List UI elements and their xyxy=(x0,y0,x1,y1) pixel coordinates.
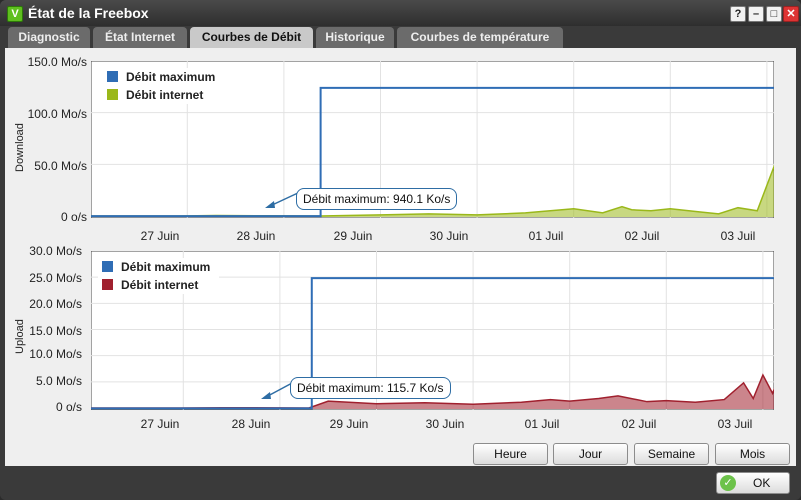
upload-y-tick-label: 5.0 Mo/s xyxy=(35,374,82,388)
checkmark-icon: ✓ xyxy=(720,475,736,491)
footer-bar xyxy=(0,466,801,500)
legend-swatch xyxy=(102,279,113,290)
tab-bar: Diagnostic État Internet Courbes de Débi… xyxy=(0,26,801,48)
freebox-status-window: V État de la Freebox ? – □ ✕ Diagnostic … xyxy=(0,0,801,500)
upload-y-tick-label: 20.0 Mo/s xyxy=(29,297,82,311)
download-x-tick-label: 28 Juin xyxy=(236,229,276,243)
legend-swatch xyxy=(102,261,113,272)
ok-button[interactable]: ✓ OK xyxy=(716,472,790,494)
upload-y-tick-label: 30.0 Mo/s xyxy=(29,244,82,258)
upload-x-tick-label: 28 Juin xyxy=(231,417,271,431)
download-x-tick-label: 27 Juin xyxy=(140,229,180,243)
download-x-tick-label: 02 Juil xyxy=(624,229,660,243)
maximize-icon[interactable]: □ xyxy=(766,6,782,22)
download-x-tick-label: 30 Juin xyxy=(429,229,469,243)
heure-button[interactable]: Heure xyxy=(473,443,548,465)
jour-button[interactable]: Jour xyxy=(553,443,628,465)
legend-label: Débit internet xyxy=(121,278,199,292)
upload-y-tick-label: 0 o/s xyxy=(55,400,82,414)
upload-y-tick-label: 10.0 Mo/s xyxy=(29,347,82,361)
upload-y-tick-label: 25.0 Mo/s xyxy=(29,271,82,285)
upload-x-tick-label: 27 Juin xyxy=(140,417,180,431)
mois-button[interactable]: Mois xyxy=(715,443,790,465)
tab-diagnostic[interactable]: Diagnostic xyxy=(8,27,90,48)
legend-label: Débit maximum xyxy=(121,260,211,274)
upload-max-tooltip: Débit maximum: 115.7 Ko/s xyxy=(290,377,451,399)
tab-historique[interactable]: Historique xyxy=(316,27,394,48)
upload-x-tick-label: 01 Juil xyxy=(524,417,560,431)
help-icon[interactable]: ? xyxy=(730,6,746,22)
legend-label: Débit maximum xyxy=(126,70,216,84)
freebox-app-icon: V xyxy=(7,6,23,22)
close-icon[interactable]: ✕ xyxy=(783,6,799,22)
download-y-tick-label: 100.0 Mo/s xyxy=(27,107,87,121)
tab-etat-internet[interactable]: État Internet xyxy=(93,27,187,48)
upload-x-tick-label: 02 Juil xyxy=(621,417,657,431)
semaine-button[interactable]: Semaine xyxy=(634,443,709,465)
upload-legend: Débit maximum Débit internet xyxy=(98,258,219,294)
window-title: État de la Freebox xyxy=(28,5,149,21)
upload-y-tick-label: 15.0 Mo/s xyxy=(29,324,82,338)
download-y-tick-label: 0 o/s xyxy=(60,210,87,224)
upload-legend-item[interactable]: Débit internet xyxy=(98,276,219,294)
tab-courbes-de-temperature[interactable]: Courbes de température xyxy=(397,27,563,48)
download-x-tick-label: 29 Juin xyxy=(333,229,373,243)
upload-x-tick-label: 03 Juil xyxy=(717,417,753,431)
download-legend: Débit maximum Débit internet xyxy=(103,68,224,104)
legend-swatch xyxy=(107,89,118,100)
download-x-tick-label: 03 Juil xyxy=(720,229,756,243)
title-bar[interactable]: V État de la Freebox ? – □ ✕ xyxy=(0,0,801,26)
download-legend-item[interactable]: Débit internet xyxy=(103,86,224,104)
legend-label: Débit internet xyxy=(126,88,204,102)
upload-x-tick-label: 30 Juin xyxy=(425,417,465,431)
upload-axis-title: Upload xyxy=(14,319,26,354)
download-max-tooltip: Débit maximum: 940.1 Ko/s xyxy=(296,188,458,210)
download-axis-title: Download xyxy=(14,123,26,172)
download-x-tick-label: 01 Juil xyxy=(528,229,564,243)
tab-courbes-de-debit[interactable]: Courbes de Débit xyxy=(190,27,313,48)
download-legend-item[interactable]: Débit maximum xyxy=(103,68,224,86)
minimize-icon[interactable]: – xyxy=(748,6,764,22)
download-y-tick-label: 150.0 Mo/s xyxy=(27,55,87,69)
legend-swatch xyxy=(107,71,118,82)
ok-label: OK xyxy=(753,476,771,490)
upload-legend-item[interactable]: Débit maximum xyxy=(98,258,219,276)
upload-x-tick-label: 29 Juin xyxy=(329,417,369,431)
